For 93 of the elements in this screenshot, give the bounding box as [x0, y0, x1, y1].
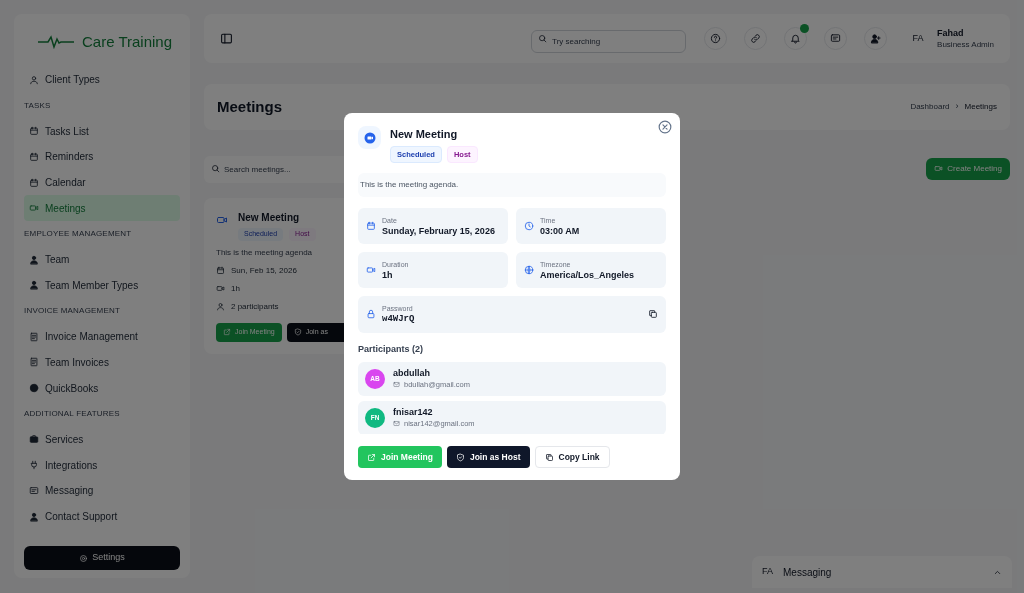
logo-icon [38, 35, 74, 49]
meeting-agenda: This is the meeting agenda [216, 246, 314, 259]
detail-value: w4WJrQ [382, 314, 415, 326]
sidebar-item[interactable]: Meetings [24, 195, 180, 222]
person-icon [29, 511, 39, 522]
external-link-icon [367, 452, 376, 462]
calendar-icon [216, 266, 225, 275]
video-icon [934, 164, 944, 173]
mail-icon [393, 381, 400, 389]
search-field[interactable]: Try searching [531, 30, 687, 53]
video-icon [29, 203, 39, 214]
chat-icon [29, 485, 39, 496]
detail-value: America/Los_Angeles [540, 269, 635, 281]
user-role: Business Admin [937, 38, 994, 51]
person-icon [29, 254, 39, 265]
detail-value: Sunday, February 15, 2026 [382, 225, 495, 237]
meeting-detail: Sun, Feb 15, 2026 [231, 264, 297, 277]
settings-icon [79, 553, 89, 563]
mail-icon [393, 420, 400, 428]
meeting-detail: 1h [231, 282, 240, 295]
sidebar-item[interactable]: Tasks List [24, 118, 180, 145]
breadcrumb-link[interactable]: Dashboard [910, 101, 950, 113]
plug-icon [29, 460, 39, 471]
help-icon [710, 33, 722, 44]
participant-name: abdullah [393, 368, 431, 380]
copy-link-button[interactable]: Copy Link [534, 446, 610, 469]
sidebar-item[interactable]: Calendar [24, 169, 180, 196]
search-icon [211, 164, 220, 173]
copy-button[interactable] [648, 309, 658, 320]
clock-icon [524, 220, 534, 231]
participant-name: fnisar142 [393, 407, 434, 419]
section-heading: ADDITIONAL FEATURES [24, 407, 120, 420]
user-name: Fahad [937, 26, 965, 39]
page-title: Meetings [217, 96, 282, 117]
brand-name: Care Training [82, 31, 173, 52]
lock-icon [366, 309, 376, 320]
search-icon [538, 34, 548, 43]
section-heading: TASKS [24, 99, 51, 112]
dialog-title: New Meeting [390, 127, 459, 142]
calendar-icon [366, 220, 376, 231]
detail-value: 03:00 AM [540, 225, 580, 237]
link-icon [750, 33, 762, 44]
join-as-host-button[interactable]: Join as Host [446, 446, 530, 469]
copy-icon [544, 452, 554, 462]
bell-icon [790, 33, 802, 44]
sidebar-toggle-icon[interactable] [220, 32, 233, 45]
sidebar-item[interactable]: Team [24, 246, 180, 273]
user-icon [29, 74, 39, 85]
breadcrumb-separator: › [955, 100, 959, 114]
calendar-icon [29, 151, 39, 162]
external-link-icon [223, 328, 231, 336]
section-heading: INVOICE MANAGEMENT [24, 305, 121, 318]
shield-icon [455, 452, 465, 462]
chat-bar[interactable]: FA Messaging [752, 556, 1012, 588]
chat-icon [830, 33, 842, 44]
document-icon [29, 331, 39, 342]
video-icon [366, 264, 376, 275]
chat-avatar: FA [762, 565, 773, 579]
video-icon [216, 284, 225, 293]
meeting-title: New Meeting [238, 211, 301, 225]
detail-value: 1h [382, 269, 394, 281]
calendar-icon [29, 126, 39, 137]
user-icon [216, 302, 225, 311]
sidebar-item[interactable]: Team Member Types [24, 272, 180, 299]
breadcrumb-current: Meetings [964, 101, 997, 113]
sidebar-item[interactable]: Team Invoices [24, 349, 180, 376]
close-button[interactable] [658, 120, 672, 134]
sidebar-item[interactable]: Reminders [24, 144, 180, 170]
add-user-icon [870, 33, 882, 44]
calendar-icon [29, 177, 39, 188]
video-icon [358, 126, 381, 149]
sidebar-item[interactable]: Integrations [24, 452, 180, 478]
globe-icon [524, 264, 534, 275]
user-avatar[interactable]: FA [907, 27, 930, 50]
create-meeting-button[interactable]: Create Meeting [926, 157, 1010, 180]
sidebar-item[interactable]: Services [24, 426, 180, 453]
sidebar-item[interactable]: Messaging [24, 478, 180, 504]
person-icon [29, 280, 39, 291]
settings-button[interactable]: Settings [24, 546, 180, 570]
sidebar-item[interactable]: Contact Support [24, 503, 180, 530]
meeting-detail: 2 participants [231, 300, 279, 313]
participants-heading: Participants (2) [358, 342, 425, 356]
sidebar-item[interactable]: QuickBooks [24, 375, 180, 401]
video-icon [216, 214, 228, 226]
briefcase-icon [29, 434, 39, 445]
sidebar-item[interactable]: Client Types [24, 67, 180, 93]
agenda-text: This is the meeting agenda. [358, 172, 666, 197]
document-icon [29, 357, 39, 368]
circle-icon [29, 383, 39, 394]
shield-icon [293, 328, 302, 336]
chat-title: Messaging [783, 565, 832, 580]
sidebar-item[interactable]: Invoice Management [24, 323, 180, 350]
section-heading: EMPLOYEE MANAGEMENT [24, 227, 132, 240]
